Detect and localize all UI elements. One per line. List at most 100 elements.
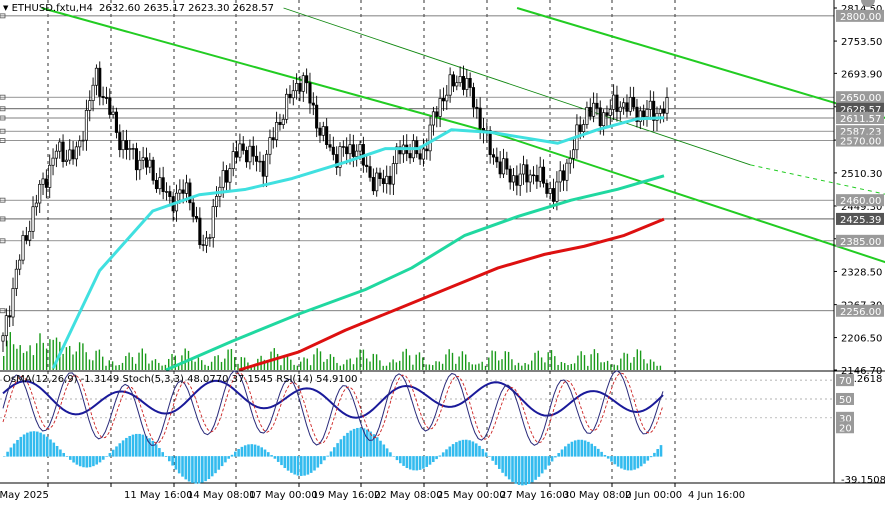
- candle-body: [211, 206, 215, 238]
- candle-body: [71, 149, 75, 160]
- indicator-level-text: 70: [839, 376, 852, 387]
- volume-bar: [300, 361, 302, 370]
- osma-bar: [3, 456, 6, 457]
- candle-body: [648, 100, 652, 110]
- volume-bar: [141, 348, 143, 370]
- volume-bar: [531, 360, 533, 370]
- volume-bar: [313, 354, 315, 370]
- osma-bar: [78, 456, 82, 467]
- candle-body: [161, 177, 165, 193]
- candle-body: [111, 111, 115, 115]
- volume-bar: [359, 349, 361, 370]
- volume-bar: [12, 344, 15, 370]
- osma-bar: [201, 456, 204, 483]
- osma-bar: [92, 456, 95, 467]
- chart-canvas[interactable]: 2814.502753.502693.902632.302570.802510.…: [0, 0, 885, 502]
- osma-bar: [461, 439, 465, 457]
- osma-bar: [435, 456, 438, 460]
- candle-body: [285, 93, 289, 120]
- ohlc-readout: 2632.60 2635.17 2623.30 2628.57: [99, 3, 274, 14]
- osma-bar: [224, 456, 227, 463]
- volume-bar: [29, 345, 31, 370]
- osma-bar: [121, 440, 125, 457]
- candle-body: [281, 118, 285, 125]
- candle-body: [378, 172, 382, 179]
- osma-bar: [616, 456, 620, 467]
- osma-bar: [9, 447, 13, 457]
- osma-bar: [557, 453, 560, 457]
- volume-bar: [550, 350, 553, 370]
- osma-bar: [474, 443, 478, 457]
- osma-bar: [234, 451, 237, 457]
- candle-body: [311, 102, 315, 106]
- volume-bar: [207, 365, 209, 370]
- osma-bar: [49, 439, 52, 457]
- candle-body: [368, 166, 372, 178]
- candle-body: [64, 159, 68, 162]
- volume-bar: [329, 354, 332, 370]
- candle-body: [348, 144, 352, 155]
- volume-bar: [527, 364, 530, 370]
- candle-body: [598, 107, 602, 127]
- volume-bar: [75, 351, 77, 370]
- symbol-label: ETHUSD.fxtu: [11, 3, 76, 14]
- volume-bar: [395, 362, 398, 370]
- volume-bar: [161, 365, 163, 370]
- candle-body: [84, 110, 88, 141]
- timeframe-label: H4: [78, 3, 93, 14]
- volume-bar: [204, 364, 206, 370]
- candle-body: [538, 166, 542, 182]
- triangle-down-icon[interactable]: ▼: [3, 4, 8, 12]
- candle-body: [552, 188, 556, 202]
- osma-bar: [161, 452, 164, 457]
- osma-bar: [630, 456, 633, 471]
- volume-bar: [9, 332, 11, 370]
- osma-bar: [177, 456, 181, 474]
- volume-bar: [418, 352, 421, 370]
- volume-bar: [280, 365, 282, 370]
- price-level-text: 2570.00: [840, 137, 881, 148]
- volume-bar: [342, 364, 345, 370]
- osma-bar: [580, 439, 584, 457]
- osma-bar: [385, 448, 389, 457]
- candle-body: [248, 145, 252, 163]
- trading-chart[interactable]: 2814.502753.502693.902632.302570.802510.…: [0, 0, 885, 502]
- volume-bar: [577, 355, 579, 370]
- osma-bar: [181, 456, 184, 477]
- volume-bar: [326, 359, 328, 370]
- volume-bar: [544, 362, 546, 370]
- time-tick-label: 27 May 16:00: [500, 490, 569, 501]
- time-tick-label: 22 May 08:00: [374, 490, 443, 501]
- osma-bar: [498, 456, 501, 469]
- osma-bar: [531, 456, 534, 483]
- osma-bar: [587, 441, 590, 457]
- volume-bar: [633, 357, 635, 370]
- osma-bar: [455, 442, 458, 457]
- candle-body: [271, 137, 275, 140]
- osma-bar: [39, 432, 42, 457]
- volume-bar: [643, 359, 645, 370]
- volume-bar: [626, 353, 629, 370]
- candle-body: [595, 102, 599, 109]
- osma-bar: [65, 456, 69, 457]
- volume-bar: [597, 353, 599, 370]
- volume-bar: [425, 364, 427, 370]
- osma-bar: [306, 456, 310, 475]
- osma-bar: [257, 445, 260, 457]
- time-tick-label: 4 Jun 16:00: [688, 490, 745, 501]
- osma-bar: [451, 444, 455, 457]
- osma-bar: [458, 440, 461, 457]
- volume-bar: [174, 355, 176, 370]
- osma-bar: [392, 456, 395, 457]
- volume-bar: [514, 365, 516, 370]
- time-tick-label: 19 May 16:00: [312, 490, 381, 501]
- volume-bar: [85, 352, 87, 370]
- volume-bar: [78, 342, 81, 370]
- candle-body: [325, 126, 329, 145]
- osma-bar: [247, 444, 250, 457]
- volume-bar: [580, 351, 582, 370]
- osma-bar: [620, 456, 623, 469]
- candle-body: [225, 170, 229, 183]
- osma-bar: [425, 456, 428, 467]
- price-level-text: 2256.00: [840, 307, 881, 318]
